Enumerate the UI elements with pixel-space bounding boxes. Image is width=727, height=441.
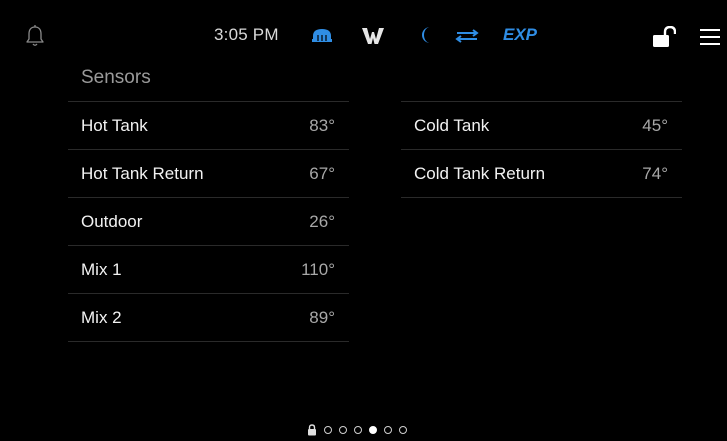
sensor-value: 67°: [309, 164, 335, 183]
page-dot[interactable]: [384, 426, 392, 434]
sensor-name: Cold Tank Return: [414, 164, 546, 183]
sensor-value: 83°: [309, 116, 335, 135]
page-dot[interactable]: [369, 426, 377, 434]
page-dot[interactable]: [399, 426, 407, 434]
sensor-value: 110°: [301, 260, 335, 279]
w-icon[interactable]: [362, 27, 384, 45]
sensor-name: Outdoor: [81, 212, 143, 231]
sensor-row-cold-tank[interactable]: Cold Tank 45°: [401, 101, 682, 149]
sensor-value: 45°: [642, 116, 668, 135]
sensor-row-hot-tank-return[interactable]: Hot Tank Return 67°: [68, 149, 349, 197]
page-dot[interactable]: [324, 426, 332, 434]
swap-icon[interactable]: [454, 29, 480, 43]
clock-time: 3:05 PM: [214, 25, 279, 44]
sensor-value: 89°: [309, 308, 335, 327]
moon-icon[interactable]: [420, 26, 434, 44]
page-indicator: [307, 423, 407, 437]
status-bar: 3:05 PM EXP: [0, 0, 727, 66]
sensor-row-mix-1[interactable]: Mix 1 110°: [68, 245, 349, 293]
page-dot[interactable]: [354, 426, 362, 434]
sensor-value: 74°: [642, 164, 668, 183]
sensor-list-right: Cold Tank 45° Cold Tank Return 74°: [401, 101, 682, 198]
sensor-row-cold-tank-return[interactable]: Cold Tank Return 74°: [401, 149, 682, 198]
sensor-row-hot-tank[interactable]: Hot Tank 83°: [68, 101, 349, 149]
sensor-name: Mix 2: [81, 308, 122, 327]
sensor-row-outdoor[interactable]: Outdoor 26°: [68, 197, 349, 245]
sensor-name: Mix 1: [81, 260, 122, 279]
sensor-row-mix-2[interactable]: Mix 2 89°: [68, 293, 349, 342]
sensor-name: Hot Tank Return: [81, 164, 204, 183]
unlock-icon[interactable]: [652, 26, 676, 48]
sensor-name: Hot Tank: [81, 116, 148, 135]
sensor-value: 26°: [309, 212, 335, 231]
bell-icon[interactable]: [24, 24, 46, 48]
lock-icon: [308, 424, 316, 436]
heat-icon[interactable]: [311, 27, 333, 43]
sensor-list-left: Hot Tank 83° Hot Tank Return 67° Outdoor…: [68, 101, 349, 342]
sensor-name: Cold Tank: [414, 116, 490, 135]
sensors-title: Sensors: [81, 67, 151, 88]
page-dot[interactable]: [339, 426, 347, 434]
mode-label[interactable]: EXP: [503, 25, 537, 45]
menu-icon[interactable]: [699, 27, 721, 47]
